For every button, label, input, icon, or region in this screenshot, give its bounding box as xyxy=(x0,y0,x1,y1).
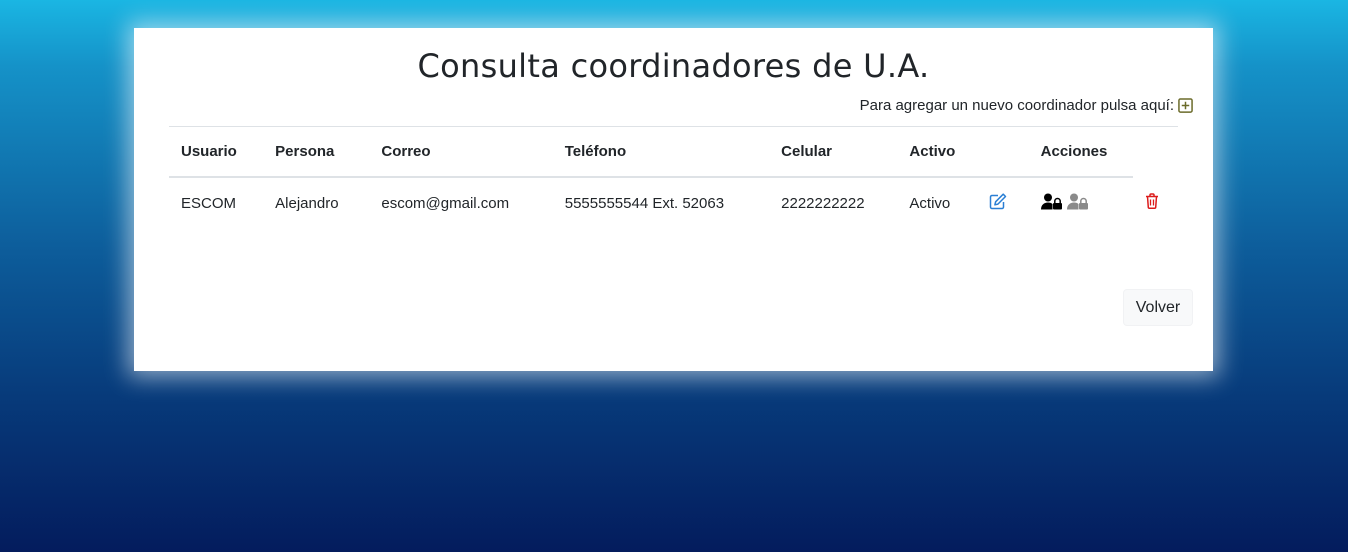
user-lock-icon[interactable] xyxy=(1040,193,1063,214)
cell-telefono: 5555555544 Ext. 52063 xyxy=(564,194,725,212)
header-correo: Correo xyxy=(369,126,553,178)
cell-celular: 2222222222 xyxy=(781,194,865,212)
page-title: Consulta coordinadores de U.A. xyxy=(417,47,930,85)
table-header-row: Usuario Persona Correo Teléfono Celular … xyxy=(169,126,1178,178)
trash-icon[interactable] xyxy=(1145,192,1159,213)
cell-correo: escom@gmail.com xyxy=(381,194,510,212)
cell-edit xyxy=(977,177,1029,228)
edit-icon[interactable] xyxy=(989,192,1007,214)
main-card: Consulta coordinadores de U.A. Para agre… xyxy=(134,28,1213,371)
header-celular: Celular xyxy=(769,126,898,178)
user-lock-disabled-icon[interactable] xyxy=(1066,193,1089,214)
table-row: ESCOM Alejandro escom@gmail.com 55555555… xyxy=(169,177,1178,228)
cell-acciones xyxy=(1029,177,1133,228)
header-delete xyxy=(1133,127,1178,178)
header-activo: Activo xyxy=(897,126,977,178)
cell-usuario: ESCOM xyxy=(181,194,237,212)
add-hint-text: Para agregar un nuevo coordinador pulsa … xyxy=(859,97,1174,114)
header-usuario: Usuario xyxy=(169,126,264,178)
cell-delete xyxy=(1133,177,1178,228)
header-edit xyxy=(976,126,1029,178)
header-acciones: Acciones xyxy=(1028,126,1133,178)
add-coordinator-hint: Para agregar un nuevo coordinador pulsa … xyxy=(860,97,1193,114)
coordinators-table-container: Usuario Persona Correo Teléfono Celular … xyxy=(169,126,1178,228)
coordinators-table: Usuario Persona Correo Teléfono Celular … xyxy=(169,126,1178,228)
add-square-icon[interactable] xyxy=(1178,98,1193,113)
cell-persona: Alejandro xyxy=(275,194,339,212)
header-telefono: Teléfono xyxy=(552,126,770,178)
back-button[interactable]: Volver xyxy=(1123,289,1193,326)
header-persona: Persona xyxy=(263,126,370,178)
cell-activo: Activo xyxy=(909,194,951,212)
